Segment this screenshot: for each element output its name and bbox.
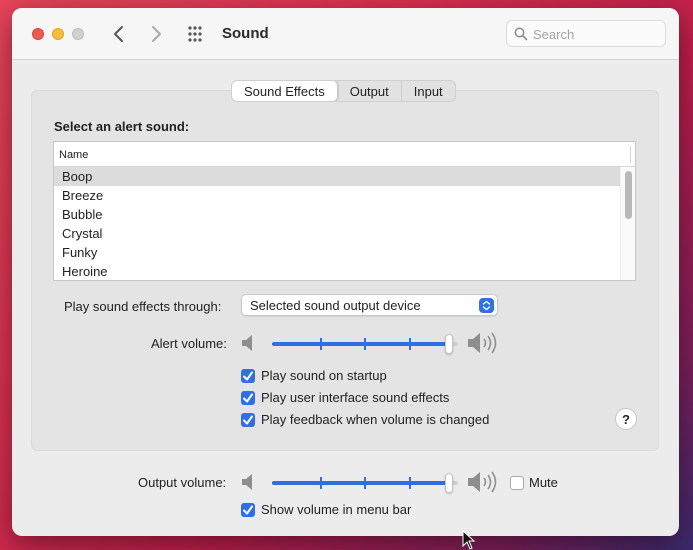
alert-sound-heading: Select an alert sound: [54,119,190,134]
minimize-button[interactable] [52,28,64,40]
ui-sound-effects-checkbox[interactable] [241,391,255,405]
tab-bar: Sound Effects Output Input [231,80,456,102]
tab-sound-effects[interactable]: Sound Effects [232,81,338,101]
startup-sound-label[interactable]: Play sound on startup [261,368,387,383]
list-item[interactable]: Breeze [54,186,621,205]
search-field[interactable]: Search [506,20,666,47]
search-placeholder: Search [533,27,575,42]
speaker-low-icon [242,474,252,490]
list-item[interactable]: Heroine [54,262,621,280]
show-volume-menubar-label[interactable]: Show volume in menu bar [261,502,411,517]
list-item[interactable]: Funky [54,243,621,262]
tab-output[interactable]: Output [338,81,402,101]
speaker-high-icon [468,471,497,493]
slider-knob[interactable] [445,334,453,354]
alert-sound-list[interactable]: Name Boop Breeze Bubble Crystal Funky Heroine [53,141,636,281]
alert-volume-label: Alert volume: [151,336,227,351]
titlebar: Sound Search [12,8,679,60]
close-button[interactable] [32,28,44,40]
preferences-window: Sound Search Sound Effects Output Input … [12,8,679,536]
list-scrollbar[interactable] [620,167,635,280]
slider-fill [272,342,449,346]
slider-tick [364,338,366,350]
slider-fill [272,481,449,485]
window-title: Sound [222,25,269,42]
updown-chevrons-icon [479,298,494,313]
mute-checkbox[interactable] [510,476,524,490]
grid-icon[interactable] [188,26,206,42]
slider-tick [320,338,322,350]
mute-label[interactable]: Mute [529,475,558,490]
header-divider [630,146,631,163]
list-item[interactable]: Boop [54,167,621,186]
volume-feedback-label[interactable]: Play feedback when volume is changed [261,412,489,427]
slider-knob[interactable] [445,473,453,493]
slider-tick [364,477,366,489]
sound-rows: Boop Breeze Bubble Crystal Funky Heroine [54,167,621,280]
tab-input[interactable]: Input [402,81,455,101]
output-volume-label: Output volume: [138,475,227,490]
chevron-right-icon[interactable] [143,22,167,46]
speaker-high-icon [468,332,497,354]
startup-sound-checkbox[interactable] [241,369,255,383]
play-through-label: Play sound effects through: [64,299,222,314]
checkmark-icon [243,371,253,381]
slider-tick [409,477,411,489]
list-header-label: Name [59,149,89,161]
volume-feedback-checkbox[interactable] [241,413,255,427]
checkmark-icon [243,415,253,425]
output-device-select[interactable]: Selected sound output device [241,294,498,316]
slider-tick [409,338,411,350]
scrollbar-thumb[interactable] [625,171,632,219]
slider-tick [320,477,322,489]
checkmark-icon [243,393,253,403]
zoom-button[interactable] [72,28,84,40]
help-button[interactable]: ? [615,408,637,430]
list-header-name[interactable]: Name [54,142,635,167]
speaker-low-icon [242,335,252,351]
list-item[interactable]: Crystal [54,224,621,243]
show-volume-menubar-checkbox[interactable] [241,503,255,517]
output-device-value: Selected sound output device [250,298,421,313]
mouse-pointer-icon [462,530,476,550]
alert-volume-slider[interactable] [272,334,458,354]
ui-sound-effects-label[interactable]: Play user interface sound effects [261,390,449,405]
list-item[interactable]: Bubble [54,205,621,224]
output-volume-slider[interactable] [272,473,458,493]
checkmark-icon [243,505,253,515]
magnifier-icon [514,27,528,41]
chevron-left-icon[interactable] [108,22,132,46]
